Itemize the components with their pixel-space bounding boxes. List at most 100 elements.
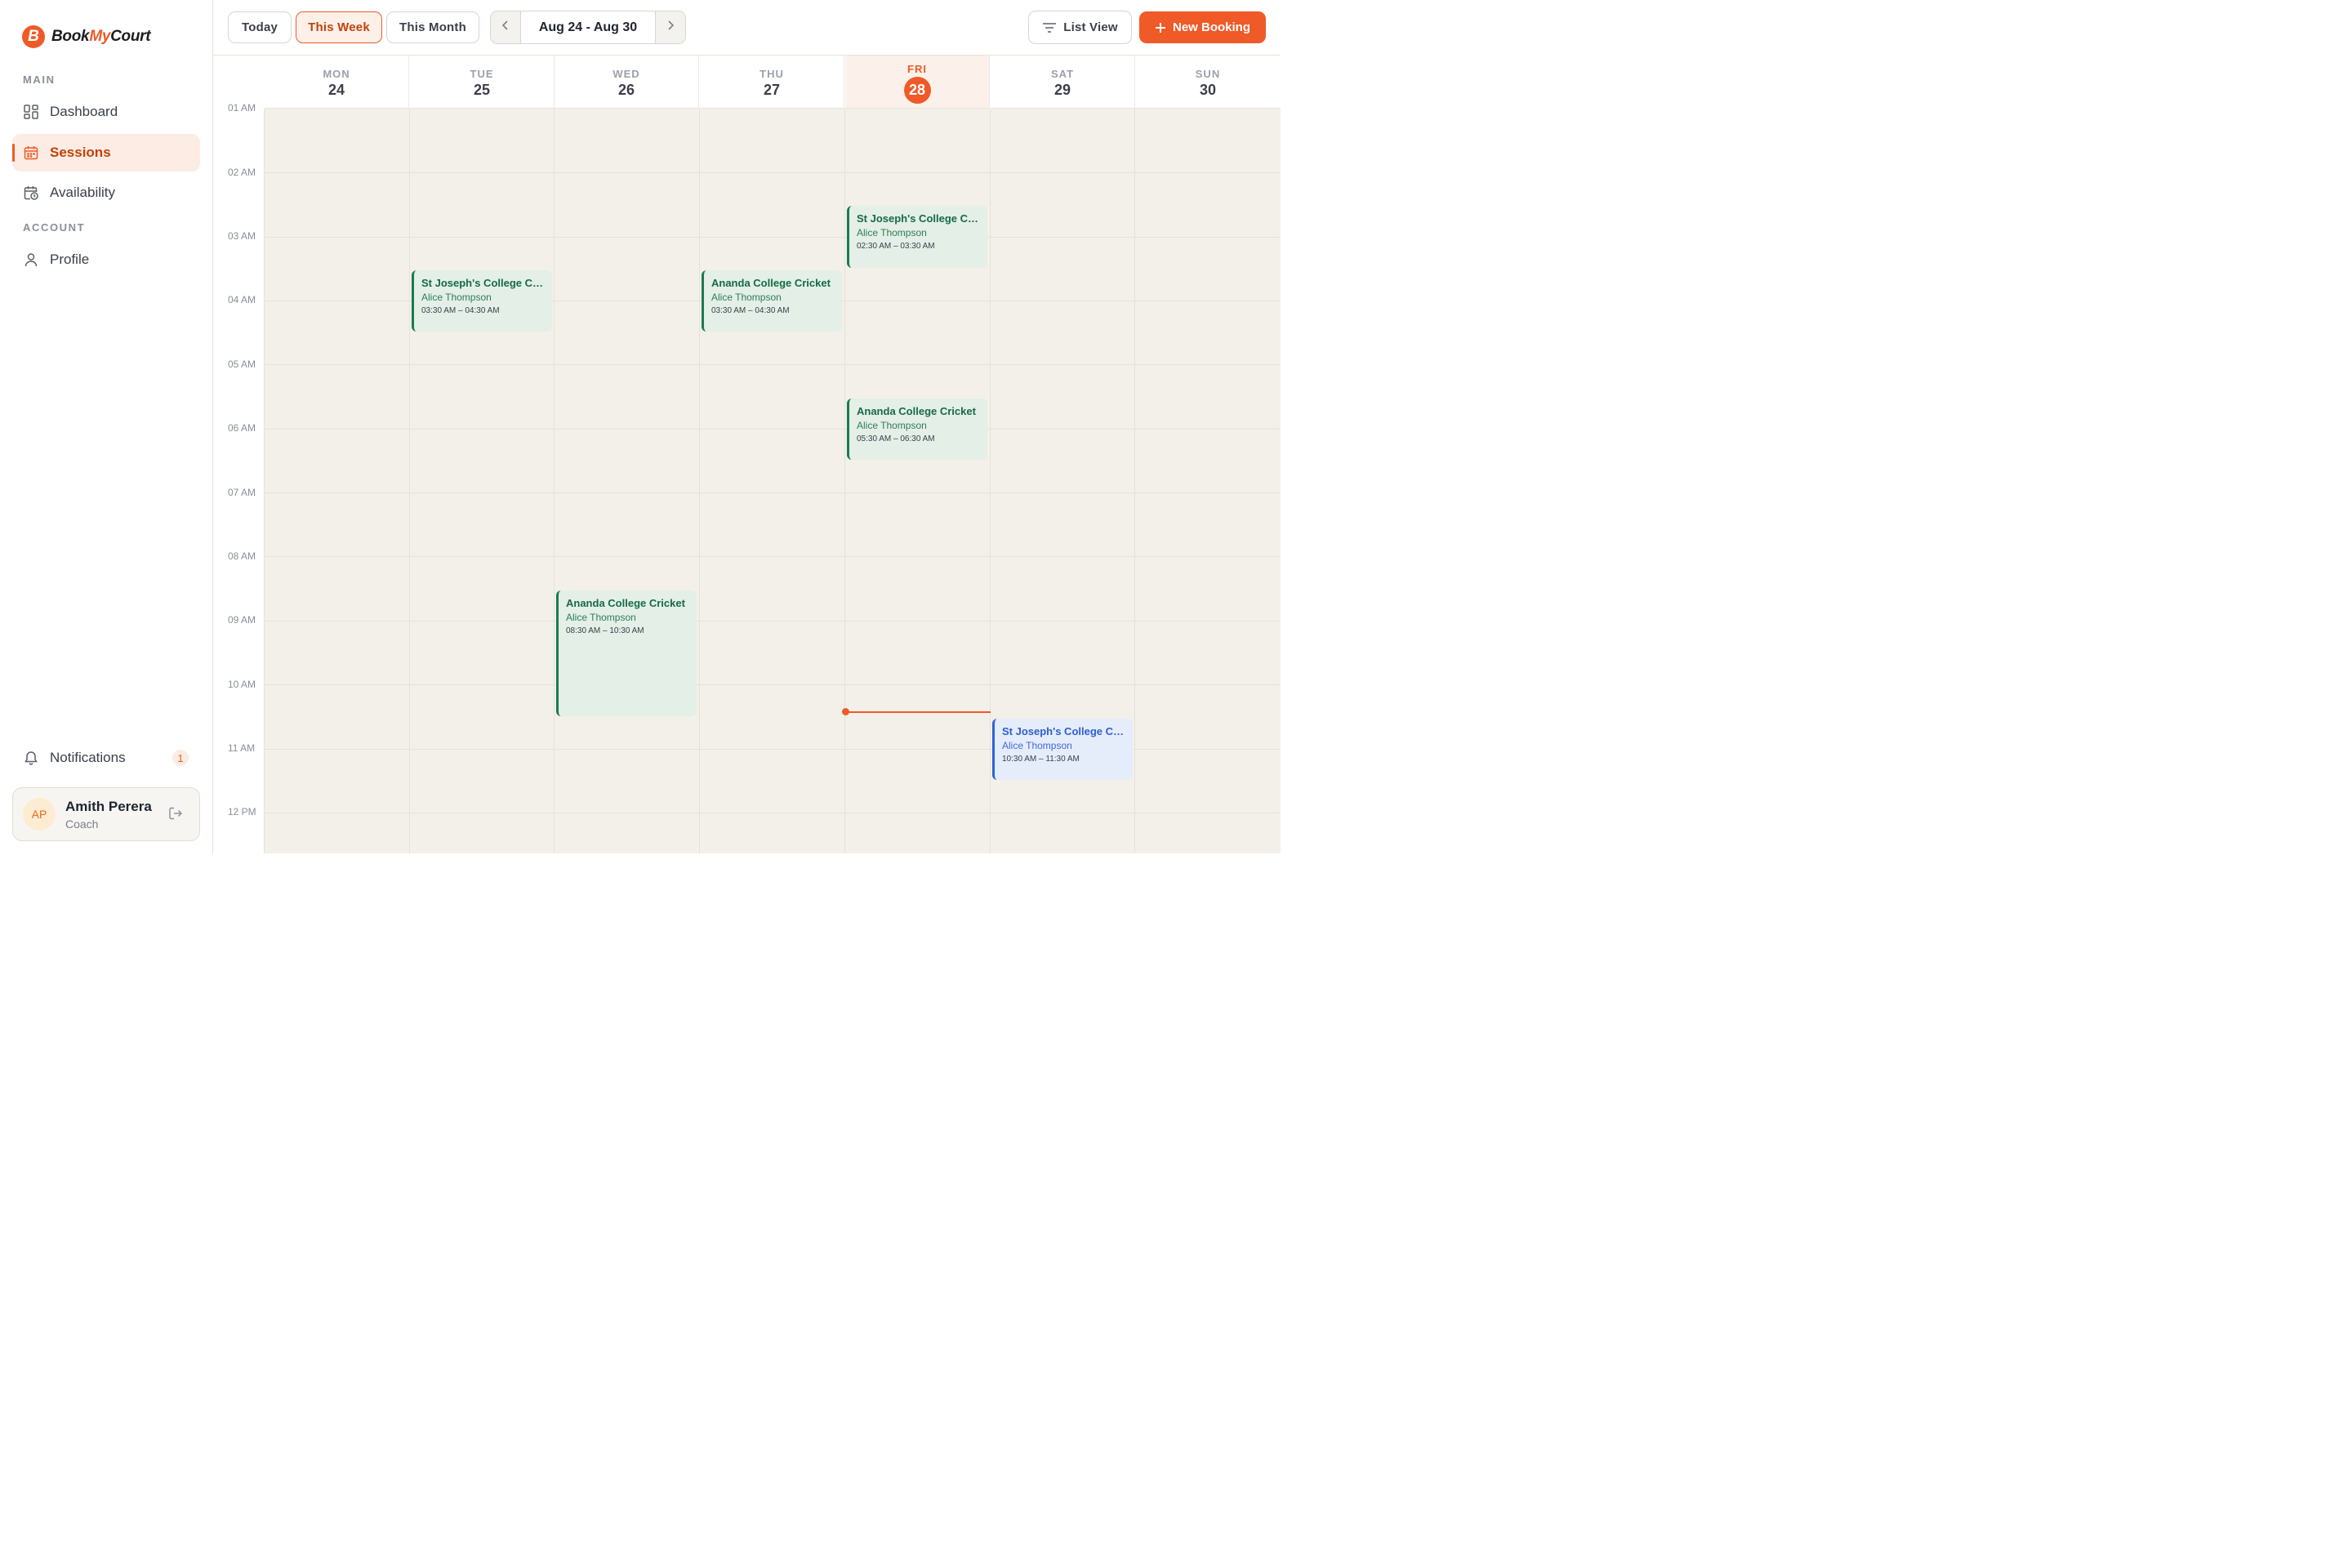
hour-line — [264, 492, 1281, 493]
time-label: 03 AM — [228, 230, 256, 242]
session-event[interactable]: St Joseph's College Cricket Alice Thomps… — [992, 719, 1133, 780]
current-time-line — [845, 711, 991, 713]
column-divider — [844, 109, 845, 853]
section-label-main: MAIN — [23, 74, 56, 86]
time-label: 12 PM — [228, 806, 256, 817]
day-header-sun[interactable]: SUN 30 — [1135, 56, 1281, 109]
column-divider — [699, 109, 700, 853]
date-range-navigator: Aug 24 - Aug 30 — [490, 11, 686, 44]
event-time: 05:30 AM – 06:30 AM — [857, 434, 935, 443]
event-time: 02:30 AM – 03:30 AM — [857, 242, 935, 251]
app-name-part1: Book — [51, 28, 90, 45]
hour-line — [264, 364, 1281, 365]
current-time-dot — [842, 708, 849, 715]
calendar-icon — [23, 145, 39, 161]
day-header-thu[interactable]: THU 27 — [700, 56, 844, 109]
sidebar-item-dashboard[interactable]: Dashboard — [12, 93, 200, 131]
notification-count-badge: 1 — [172, 750, 189, 766]
next-week-button[interactable] — [655, 11, 685, 43]
date-range-label: Aug 24 - Aug 30 — [538, 20, 638, 34]
time-label: 01 AM — [228, 102, 256, 114]
day-header-mon[interactable]: MON 24 — [265, 56, 409, 109]
today-day-number: 28 — [903, 77, 931, 104]
list-view-button[interactable]: List View — [1028, 11, 1132, 44]
filter-lines-icon — [1042, 22, 1057, 33]
list-view-label: List View — [1063, 20, 1118, 34]
user-icon — [23, 252, 39, 268]
bell-icon — [23, 750, 39, 766]
day-name: TUE — [470, 68, 494, 80]
event-coach: Alice Thompson — [1002, 740, 1072, 751]
today-button[interactable]: Today — [228, 11, 292, 43]
hour-line — [264, 172, 1281, 173]
event-title: Ananda College Cricket — [711, 277, 831, 289]
time-label: 09 AM — [228, 614, 256, 626]
session-event[interactable]: Ananda College Cricket Alice Thompson 03… — [702, 270, 842, 332]
day-name: SAT — [1050, 68, 1075, 80]
time-label: 11 AM — [228, 742, 256, 754]
user-role: Coach — [65, 817, 99, 831]
hour-line — [264, 429, 1281, 430]
time-label: 07 AM — [228, 487, 256, 498]
event-coach: Alice Thompson — [711, 292, 782, 303]
app-logo[interactable]: B BookMyCourt — [22, 24, 151, 49]
event-coach: Alice Thompson — [566, 612, 636, 623]
user-card[interactable]: AP Amith Perera Coach — [12, 787, 200, 841]
week-calendar: MON 24 TUE 25 WED 26 THU 27 FRI 28 SAT 2… — [213, 56, 1281, 853]
day-number: 27 — [763, 82, 781, 98]
sidebar-item-label: Dashboard — [50, 104, 118, 119]
day-name: WED — [612, 68, 640, 80]
logout-icon[interactable] — [168, 806, 185, 822]
time-label: 10 AM — [228, 679, 256, 690]
time-label: 05 AM — [228, 359, 256, 370]
avatar: AP — [23, 798, 56, 831]
logo-icon: B — [22, 25, 45, 48]
app-name-part2: My — [89, 28, 111, 45]
day-header-fri[interactable]: FRI 28 — [845, 56, 990, 109]
time-label: 04 AM — [228, 294, 256, 305]
event-title: Ananda College Cricket — [857, 405, 976, 417]
calendar-clock-icon — [23, 185, 39, 201]
sidebar-item-label: Notifications — [50, 750, 126, 765]
event-title: St Joseph's College Cricket — [1002, 725, 1133, 737]
column-divider — [554, 109, 555, 853]
app-name: BookMyCourt — [51, 28, 151, 46]
column-divider — [409, 109, 410, 853]
session-event[interactable]: St Joseph's College Cricket Alice Thomps… — [412, 270, 552, 332]
new-booking-button[interactable]: New Booking — [1139, 11, 1266, 43]
previous-week-button[interactable] — [491, 11, 521, 43]
event-title: St Joseph's College Cricket — [857, 212, 987, 225]
session-event[interactable]: Ananda College Cricket Alice Thompson 05… — [847, 399, 987, 460]
day-name: FRI — [907, 63, 927, 75]
app-name-part3: Court — [110, 28, 151, 45]
event-time: 03:30 AM – 04:30 AM — [421, 306, 500, 315]
day-number: 30 — [1199, 82, 1217, 98]
sidebar-item-sessions[interactable]: Sessions — [12, 134, 200, 172]
event-coach: Alice Thompson — [421, 292, 492, 303]
event-title: Ananda College Cricket — [566, 597, 685, 609]
plus-icon — [1155, 22, 1166, 33]
column-divider — [990, 109, 991, 853]
new-booking-label: New Booking — [1172, 20, 1250, 34]
sidebar-item-notifications[interactable]: Notifications 1 — [12, 739, 200, 777]
event-time: 10:30 AM – 11:30 AM — [1002, 755, 1080, 764]
sidebar-item-availability[interactable]: Availability — [12, 174, 200, 212]
day-name: THU — [760, 68, 784, 80]
session-event[interactable]: St Joseph's College Cricket Alice Thomps… — [847, 206, 987, 268]
sidebar-item-label: Availability — [50, 185, 116, 200]
this-week-button[interactable]: This Week — [296, 11, 382, 43]
event-title: St Joseph's College Cricket — [421, 277, 552, 289]
day-header-tue[interactable]: TUE 25 — [410, 56, 555, 109]
sidebar-item-profile[interactable]: Profile — [12, 241, 200, 278]
day-header-sat[interactable]: SAT 29 — [991, 56, 1135, 109]
event-coach: Alice Thompson — [857, 420, 927, 431]
this-month-button[interactable]: This Month — [386, 11, 479, 43]
day-header-wed[interactable]: WED 26 — [555, 56, 699, 109]
user-name: Amith Perera — [65, 798, 152, 814]
event-time: 08:30 AM – 10:30 AM — [566, 626, 644, 635]
hour-line — [264, 684, 1281, 685]
user-info: Amith Perera Coach — [65, 799, 152, 831]
grid-icon — [23, 104, 39, 120]
session-event[interactable]: Ananda College Cricket Alice Thompson 08… — [556, 590, 697, 716]
event-time: 03:30 AM – 04:30 AM — [711, 306, 790, 315]
